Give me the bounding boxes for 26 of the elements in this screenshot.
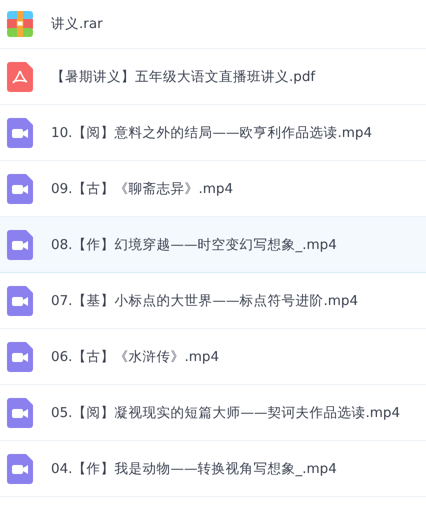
file-name: 09.【古】《聊斋志异》.mp4 xyxy=(51,180,234,198)
file-row[interactable]: 讲义.rar xyxy=(0,0,426,49)
video-file-icon xyxy=(7,398,33,428)
file-row[interactable]: 04.【作】我是动物——转换视角写想象_.mp4 xyxy=(0,441,426,497)
file-name: 06.【古】《水浒传》.mp4 xyxy=(51,348,220,366)
video-file-icon xyxy=(7,230,33,260)
video-file-icon xyxy=(7,454,33,484)
pdf-icon xyxy=(7,62,33,92)
file-name: 08.【作】幻境穿越——时空变幻写想象_.mp4 xyxy=(51,236,337,254)
video-file-icon xyxy=(7,174,33,204)
archive-icon xyxy=(7,11,33,37)
file-row[interactable]: 07.【基】小标点的大世界——标点符号进阶.mp4 xyxy=(0,273,426,329)
file-name: 讲义.rar xyxy=(51,15,103,33)
file-row[interactable]: 10.【阅】意料之外的结局——欧亨利作品选读.mp4 xyxy=(0,105,426,161)
file-row[interactable]: 【暑期讲义】五年级大语文直播班讲义.pdf xyxy=(0,49,426,105)
file-row[interactable]: 05.【阅】凝视现实的短篇大师——契诃夫作品选读.mp4 xyxy=(0,385,426,441)
file-row[interactable]: 06.【古】《水浒传》.mp4 xyxy=(0,329,426,385)
video-file-icon xyxy=(7,118,33,148)
file-name: 10.【阅】意料之外的结局——欧亨利作品选读.mp4 xyxy=(51,124,372,142)
file-name: 04.【作】我是动物——转换视角写想象_.mp4 xyxy=(51,460,337,478)
file-name: 05.【阅】凝视现实的短篇大师——契诃夫作品选读.mp4 xyxy=(51,404,400,422)
video-file-icon xyxy=(7,286,33,316)
video-file-icon xyxy=(7,342,33,372)
file-name: 07.【基】小标点的大世界——标点符号进阶.mp4 xyxy=(51,292,358,310)
file-name: 【暑期讲义】五年级大语文直播班讲义.pdf xyxy=(51,68,316,86)
file-row[interactable]: 08.【作】幻境穿越——时空变幻写想象_.mp4 xyxy=(0,217,426,273)
